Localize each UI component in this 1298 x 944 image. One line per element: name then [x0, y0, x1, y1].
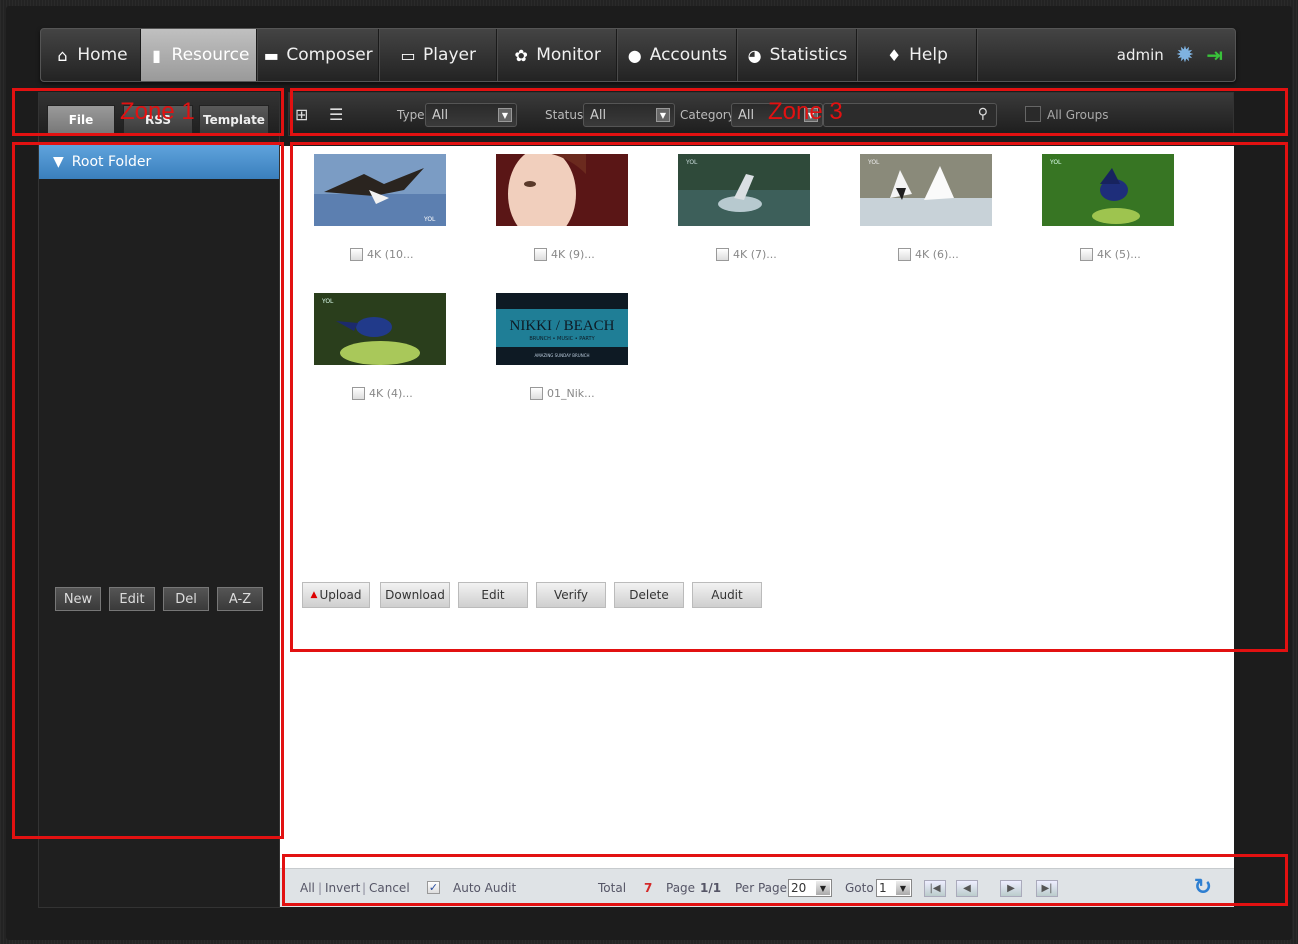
logout-icon[interactable]: ⇥ — [1206, 43, 1223, 67]
monitor-icon: ▭ — [400, 45, 416, 65]
content-zone-outline — [290, 142, 1288, 652]
nav-accounts-label: Accounts — [649, 45, 728, 65]
nav-player[interactable]: ▭ Player — [379, 29, 497, 81]
user-icon: ● — [627, 45, 642, 65]
nav-composer-label: Composer — [286, 45, 373, 65]
settings-icon[interactable]: ✹ — [1176, 43, 1194, 68]
username-label: admin — [1116, 46, 1164, 64]
status-zone-outline — [282, 854, 1288, 906]
nav-home-label: Home — [77, 45, 128, 65]
nav-statistics-label: Statistics — [769, 45, 848, 65]
nav-statistics[interactable]: ◕ Statistics — [737, 29, 857, 81]
user-area: admin ✹ ⇥ — [1117, 29, 1223, 81]
folder-icon: ▬ — [263, 45, 279, 65]
nav-resource[interactable]: ▮ Resource — [141, 29, 257, 81]
zone-1-panel-outline — [12, 142, 284, 839]
nav-monitor-label: Monitor — [536, 45, 601, 65]
nav-home[interactable]: ⌂ Home — [41, 29, 141, 81]
gear-icon: ✿ — [514, 45, 528, 65]
nav-monitor[interactable]: ✿ Monitor — [497, 29, 617, 81]
top-navigation: ⌂ Home ▮ Resource ▬ Composer ▭ Player ✿ … — [40, 28, 1236, 82]
lightbulb-icon: ♦ — [886, 45, 902, 65]
zone-3-label: Zone 3 — [768, 98, 843, 125]
nav-player-label: Player — [423, 45, 476, 65]
nav-resource-label: Resource — [171, 45, 250, 65]
nav-composer[interactable]: ▬ Composer — [257, 29, 379, 81]
nav-accounts[interactable]: ● Accounts — [617, 29, 737, 81]
document-icon: ▮ — [152, 45, 161, 65]
nav-help[interactable]: ♦ Help — [857, 29, 977, 81]
zone-1-label: Zone 1 — [120, 98, 195, 125]
pie-chart-icon: ◕ — [747, 45, 762, 65]
home-icon: ⌂ — [57, 45, 68, 65]
nav-help-label: Help — [909, 45, 948, 65]
